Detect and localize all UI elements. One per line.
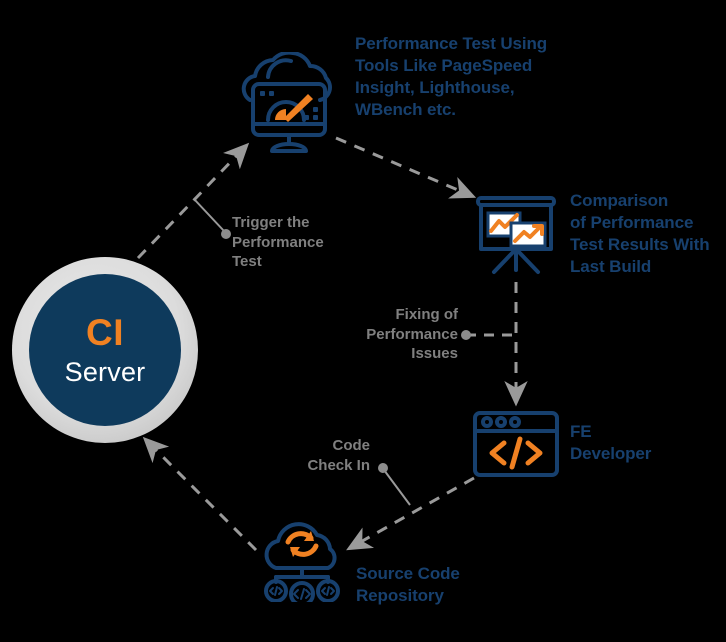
label-trigger-performance-test: Trigger the Performance Test (232, 214, 324, 270)
label-performance-test: Performance Test Using Tools Like PageSp… (355, 34, 548, 120)
label-code-check-in: Code Check In (307, 437, 370, 474)
ci-server-title: CI (86, 312, 124, 353)
cloud-sync-repository-icon[interactable] (252, 512, 352, 607)
label-fe-developer: FE Developer (570, 422, 652, 464)
ci-server-node[interactable]: CI Server (12, 257, 198, 443)
presentation-board-chart-icon[interactable] (468, 192, 564, 278)
browser-code-window-icon[interactable] (470, 409, 562, 479)
cloud-monitor-speedometer-icon[interactable] (228, 50, 348, 157)
ci-server-subtitle: Server (64, 357, 146, 387)
label-source-code-repository: Source Code Repository (356, 564, 460, 606)
arrow-ci-to-performance-test (136, 142, 250, 260)
arrow-repository-to-ci (142, 436, 258, 552)
arrow-comparison-to-fe-developer (461, 282, 528, 407)
ci-server-disc: CI Server (29, 274, 181, 426)
diagram-canvas: CI Server Performance Test Using Tools L… (0, 0, 726, 642)
label-fixing-performance-issues: Fixing of Performance Issues (366, 306, 458, 362)
arrow-fe-developer-to-repository (346, 463, 475, 551)
arrow-performance-test-to-comparison (335, 136, 477, 199)
label-comparison: Comparison of Performance Test Results W… (570, 191, 710, 277)
